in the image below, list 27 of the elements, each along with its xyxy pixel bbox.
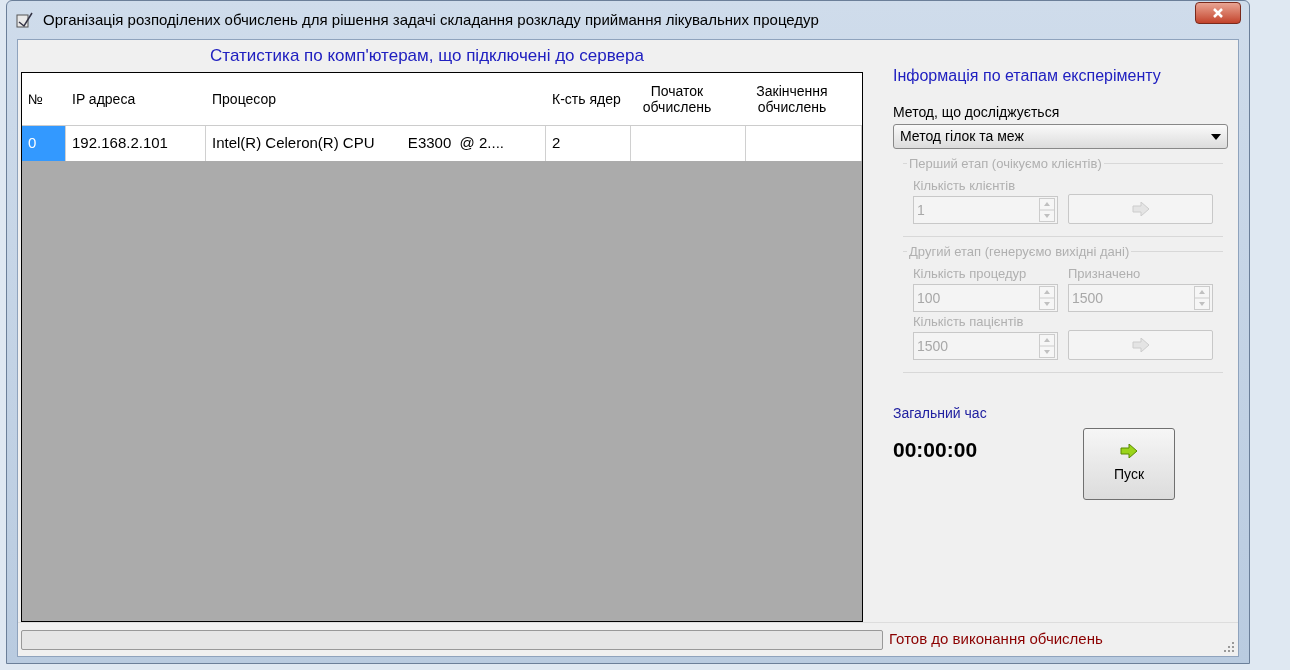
window-title: Організація розподілених обчислень для рішення задачі складання розкладу приймання лікувальних процедур <box>43 9 819 30</box>
panel-heading: Інформація по етапам експеріменту <box>893 66 1162 86</box>
arrow-icon <box>1131 202 1150 216</box>
close-icon <box>1212 7 1224 19</box>
column-header[interactable]: К-сть ядер <box>552 91 621 107</box>
field-label: Кількість клієнтів <box>913 177 1017 195</box>
panel-heading: Статистика по комп'ютерам, що підключені до сервера <box>209 45 645 67</box>
column-header[interactable]: Початок обчислень <box>637 83 717 115</box>
field-label: Кількість пацієнтів <box>913 313 1025 331</box>
total-time: 00:00:00 <box>893 437 979 463</box>
method-dropdown[interactable]: Метод гілок та меж <box>893 124 1228 149</box>
status-text: Готов до виконання обчислень <box>889 629 1103 650</box>
close-button[interactable] <box>1195 2 1241 24</box>
field-label: Кількість процедур <box>913 265 1028 283</box>
field-label: Призначено <box>1068 265 1142 283</box>
column-header[interactable]: Закінчення обчислень <box>752 83 832 115</box>
field-label: Загальний час <box>893 404 988 423</box>
column-header[interactable]: Процесор <box>212 91 276 107</box>
arrow-icon <box>1131 338 1150 352</box>
field-label: Метод, що досліджується <box>893 103 1061 122</box>
app-icon <box>15 10 35 30</box>
column-header[interactable]: IP адреса <box>72 91 136 107</box>
column-header[interactable]: № <box>28 91 44 107</box>
resize-grip-icon <box>1224 642 1234 652</box>
arrow-icon <box>1120 443 1138 458</box>
caret-icon <box>1211 133 1221 140</box>
start-button[interactable]: Пуск <box>1083 428 1175 500</box>
